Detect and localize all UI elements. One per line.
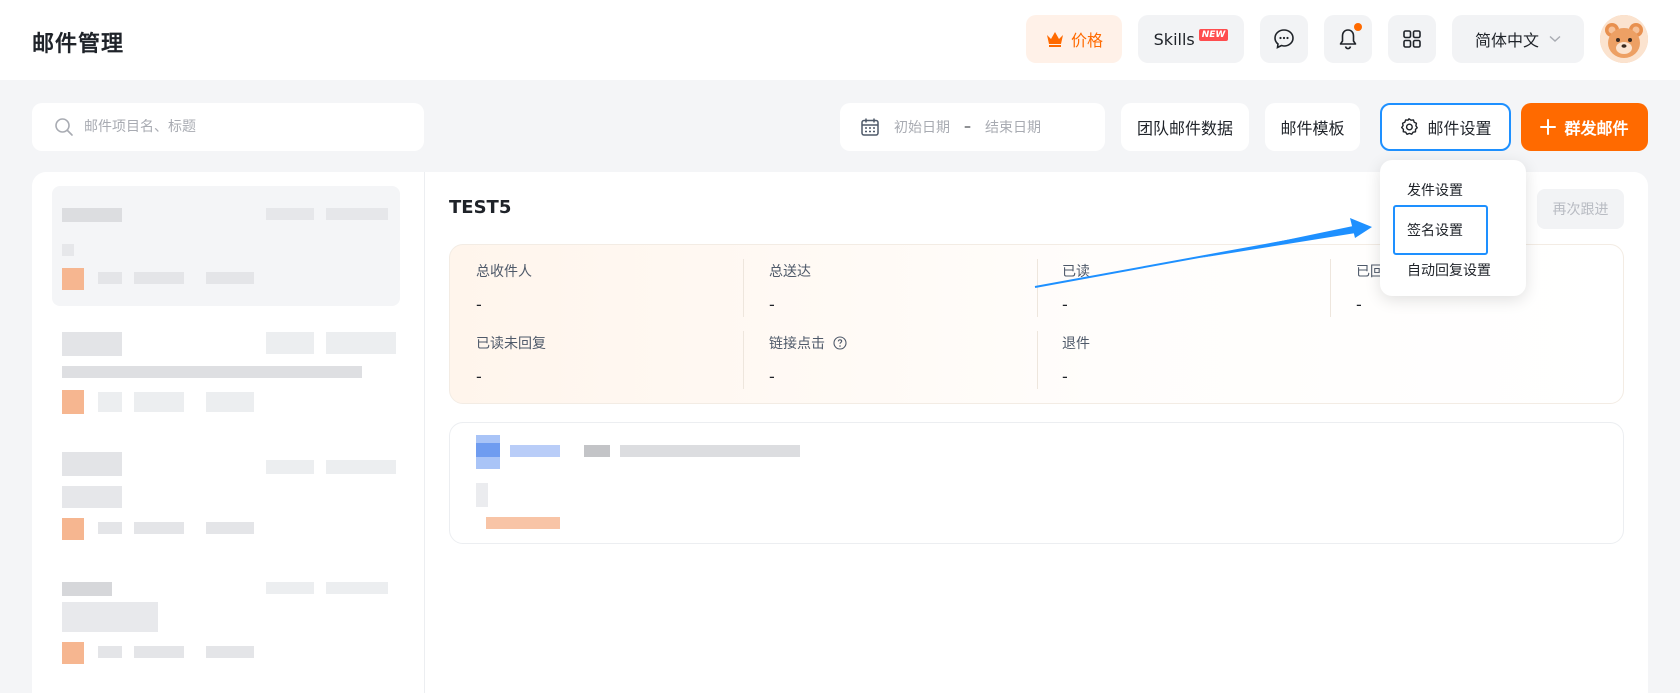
- new-badge: NEW: [1198, 29, 1229, 41]
- search-input[interactable]: [84, 119, 404, 135]
- stat-divider: [1037, 259, 1038, 317]
- plus-icon: [1540, 119, 1557, 135]
- date-range-picker[interactable]: 初始日期 – 结束日期: [840, 103, 1105, 151]
- help-circle-icon[interactable]: [833, 336, 848, 350]
- stat-value: -: [476, 295, 482, 314]
- list-item[interactable]: [52, 440, 400, 550]
- stat-bounced: 退件 -: [1062, 333, 1090, 386]
- bell-icon: [1339, 29, 1357, 50]
- skills-label: Skills: [1153, 29, 1195, 49]
- skills-button[interactable]: Skills NEW: [1138, 15, 1244, 63]
- message-button[interactable]: [1260, 15, 1308, 63]
- notification-dot: [1354, 23, 1362, 31]
- stat-divider: [743, 331, 744, 389]
- stat-label: 已读未回复: [476, 336, 546, 352]
- stat-value: -: [769, 367, 775, 386]
- stat-divider: [1330, 259, 1331, 317]
- list-item[interactable]: [52, 570, 400, 680]
- grid-icon: [1403, 30, 1421, 48]
- search-icon: [55, 118, 73, 136]
- avatar[interactable]: [1600, 15, 1648, 63]
- stat-value: -: [1062, 367, 1068, 386]
- stat-label: 已读: [1062, 264, 1090, 280]
- date-separator: –: [964, 119, 971, 135]
- stat-link-clicks: 链接点击 -: [769, 333, 848, 386]
- detail-title: TEST5: [449, 197, 512, 218]
- mail-settings-dropdown: 发件设置 签名设置 自动回复设置: [1380, 160, 1526, 296]
- panel-divider: [424, 172, 425, 693]
- stat-divider: [743, 259, 744, 317]
- stat-label: 总送达: [769, 264, 811, 280]
- mail-template-button[interactable]: 邮件模板: [1265, 103, 1360, 151]
- calendar-icon: [861, 118, 879, 136]
- stat-label: 退件: [1062, 336, 1090, 352]
- notification-button[interactable]: [1324, 15, 1372, 63]
- stat-label: 链接点击: [769, 336, 825, 352]
- list-item[interactable]: [52, 186, 400, 306]
- apps-button[interactable]: [1388, 15, 1436, 63]
- stat-value: -: [769, 295, 775, 314]
- stat-total-delivered: 总送达 -: [769, 261, 811, 314]
- mass-send-label: 群发邮件: [1564, 119, 1629, 138]
- list-item[interactable]: [52, 318, 400, 428]
- chevron-down-icon: [1549, 35, 1561, 42]
- follow-up-button[interactable]: 再次跟进: [1537, 189, 1624, 229]
- crown-icon: [1046, 32, 1063, 47]
- gear-icon: [1401, 118, 1419, 135]
- stat-value: -: [1062, 295, 1068, 314]
- menu-item-auto-reply-settings[interactable]: 自动回复设置: [1407, 260, 1491, 280]
- end-date-field[interactable]: 结束日期: [985, 117, 1041, 137]
- stat-value: -: [476, 367, 482, 386]
- stat-read-unreplied: 已读未回复 -: [476, 333, 546, 386]
- stat-read: 已读 -: [1062, 261, 1090, 314]
- language-select[interactable]: 简体中文: [1452, 15, 1584, 63]
- top-header: 邮件管理 价格 Skills NEW 简体中文: [0, 0, 1680, 80]
- stat-total-recipients: 总收件人 -: [476, 261, 532, 314]
- mail-record-card[interactable]: [449, 422, 1624, 544]
- pricing-label: 价格: [1070, 31, 1103, 50]
- stat-divider: [1037, 331, 1038, 389]
- search-box[interactable]: [32, 103, 424, 151]
- start-date-field[interactable]: 初始日期: [894, 117, 950, 137]
- signature-highlight-box: [1393, 205, 1488, 255]
- bear-avatar-icon: [1600, 15, 1648, 63]
- stat-label: 总收件人: [476, 264, 532, 280]
- stat-value: -: [1356, 295, 1362, 314]
- chat-bubble-icon: [1274, 29, 1294, 49]
- menu-item-send-settings[interactable]: 发件设置: [1407, 180, 1463, 200]
- language-label: 简体中文: [1474, 31, 1539, 50]
- mail-settings-label: 邮件设置: [1427, 119, 1492, 138]
- pricing-button[interactable]: 价格: [1026, 15, 1122, 63]
- mass-send-button[interactable]: 群发邮件: [1521, 103, 1648, 151]
- mail-settings-button[interactable]: 邮件设置: [1380, 103, 1511, 151]
- team-mail-data-button[interactable]: 团队邮件数据: [1121, 103, 1249, 151]
- page-title: 邮件管理: [32, 32, 125, 57]
